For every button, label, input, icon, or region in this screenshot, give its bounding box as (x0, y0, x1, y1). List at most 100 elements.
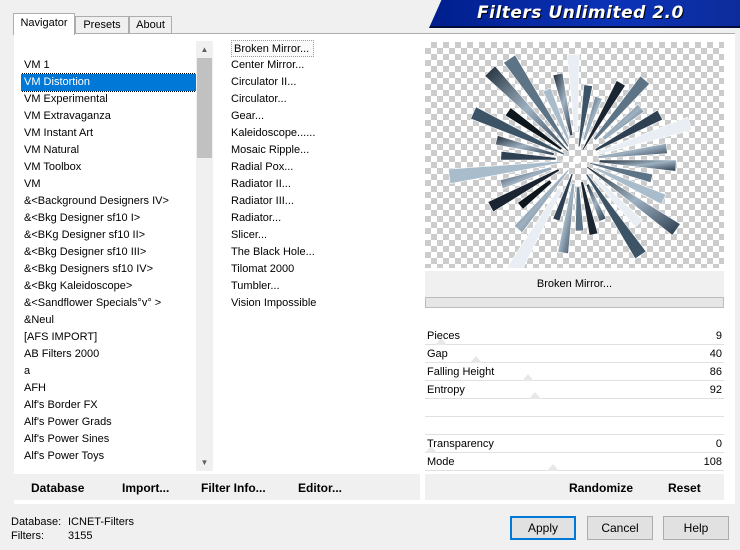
category-item[interactable]: Alf's Border FX (21, 397, 196, 414)
import-button[interactable]: Import... (122, 481, 169, 495)
param-slider-track[interactable] (425, 344, 724, 345)
param-slider-thumb[interactable] (529, 392, 541, 399)
category-item[interactable]: VM Instant Art (21, 125, 196, 142)
category-item[interactable]: VM 1 (21, 57, 196, 74)
parameter-list: Pieces 9 Gap 40 Falling Height 86 Entropy 92 Tra… (425, 328, 724, 472)
mirror-shard (506, 187, 563, 268)
category-list[interactable]: VM 1 VM Distortion VM Experimental VM Extra… (21, 57, 196, 467)
tab-presets[interactable]: Presets (75, 16, 129, 34)
filter-item[interactable]: The Black Hole... (229, 244, 419, 261)
param-slider-track[interactable] (425, 470, 724, 471)
param-row[interactable] (425, 418, 724, 436)
database-value: ICNET-Filters (68, 516, 134, 528)
category-item[interactable]: VM Extravaganza (21, 108, 196, 125)
filter-item-label: Kaleidoscope...... (231, 127, 316, 139)
current-filter-name: Broken Mirror... (425, 271, 724, 297)
randomize-button[interactable]: Randomize (569, 481, 633, 495)
filter-item[interactable]: Kaleidoscope...... (229, 125, 419, 142)
filter-item[interactable]: Tilomat 2000 (229, 261, 419, 278)
category-item[interactable]: Alf's Power Sines (21, 431, 196, 448)
cancel-button[interactable]: Cancel (587, 516, 653, 540)
param-slider-track[interactable] (425, 380, 724, 381)
param-slider-track[interactable] (425, 452, 724, 453)
category-item[interactable]: &<Sandflower Specials°v° > (21, 295, 196, 312)
category-item[interactable]: a (21, 363, 196, 380)
filter-item[interactable]: Mosaic Ripple... (229, 142, 419, 159)
filter-item-label: Radiator III... (231, 195, 294, 207)
database-button[interactable]: Database (31, 481, 84, 495)
filter-item[interactable]: Radiator II... (229, 176, 419, 193)
filter-item-label: Slicer... (231, 229, 268, 241)
category-item[interactable]: VM Distortion (21, 73, 196, 92)
filter-item[interactable]: Gear... (229, 108, 419, 125)
reset-button[interactable]: Reset (668, 481, 701, 495)
param-slider-thumb[interactable] (522, 374, 534, 381)
filter-item-label: Radiator... (231, 212, 282, 224)
category-item[interactable]: &Neul (21, 312, 196, 329)
category-item[interactable]: AFH (21, 380, 196, 397)
filters-label: Filters: (11, 530, 44, 542)
preview-image (425, 42, 724, 268)
param-slider-track[interactable] (425, 434, 724, 435)
banner-title: Filters Unlimited 2.0 (477, 3, 684, 23)
filter-item[interactable]: Slicer... (229, 227, 419, 244)
param-row[interactable]: Mode 108 (425, 454, 724, 472)
filter-item-label: Radiator II... (231, 178, 291, 190)
tab-about[interactable]: About (129, 16, 172, 34)
param-row[interactable] (425, 400, 724, 418)
category-item[interactable]: &<Background Designers IV> (21, 193, 196, 210)
category-item[interactable]: &<BKg Designer sf10 II> (21, 227, 196, 244)
category-item[interactable]: &<Bkg Kaleidoscope> (21, 278, 196, 295)
filter-list[interactable]: Broken Mirror... Center Mirror... Circulat… (229, 40, 419, 312)
category-item[interactable]: VM (21, 176, 196, 193)
filter-item[interactable]: Broken Mirror... (229, 40, 419, 57)
category-item[interactable]: VM Toolbox (21, 159, 196, 176)
param-label: Falling Height (427, 366, 495, 378)
category-item[interactable]: Alf's Power Toys (21, 448, 196, 465)
param-label: Mode (427, 456, 455, 468)
category-item[interactable]: AB Filters 2000 (21, 346, 196, 363)
category-item[interactable]: [AFS IMPORT] (21, 329, 196, 346)
param-value: 40 (709, 348, 722, 360)
help-button[interactable]: Help (663, 516, 729, 540)
param-label: Pieces (427, 330, 461, 342)
param-row[interactable]: Entropy 92 (425, 382, 724, 400)
param-slider-thumb[interactable] (547, 464, 559, 471)
category-item[interactable]: &<Bkg Designers sf10 IV> (21, 261, 196, 278)
filter-item-label: Broken Mirror... (231, 40, 315, 57)
filter-item[interactable]: Circulator II... (229, 74, 419, 91)
param-row[interactable]: Pieces 9 (425, 328, 724, 346)
category-item[interactable]: VM Experimental (21, 91, 196, 108)
filter-item[interactable]: Tumbler... (229, 278, 419, 295)
param-slider-track[interactable] (425, 416, 724, 417)
param-row[interactable]: Gap 40 (425, 346, 724, 364)
param-label: Transparency (427, 438, 494, 450)
category-item[interactable]: VM Natural (21, 142, 196, 159)
database-label: Database: (11, 516, 62, 528)
editor-button[interactable]: Editor... (298, 481, 342, 495)
filter-item[interactable]: Vision Impossible (229, 295, 419, 312)
param-value: 86 (709, 366, 722, 378)
filter-item[interactable]: Circulator... (229, 91, 419, 108)
apply-button[interactable]: Apply (510, 516, 576, 540)
category-scrollbar[interactable]: ▲ ▼ (196, 41, 213, 471)
filter-item[interactable]: Center Mirror... (229, 57, 419, 74)
category-item[interactable]: &<Bkg Designer sf10 I> (21, 210, 196, 227)
tab-navigator[interactable]: Navigator (13, 13, 75, 35)
category-item[interactable]: &<Bkg Designer sf10 III> (21, 244, 196, 261)
scroll-down-icon[interactable]: ▼ (196, 454, 213, 471)
param-slider-track[interactable] (425, 398, 724, 399)
param-value: 9 (715, 330, 722, 342)
filter-item-label: Circulator... (231, 93, 287, 105)
param-row[interactable]: Transparency 0 (425, 436, 724, 454)
param-slider-thumb[interactable] (470, 356, 482, 363)
filter-item[interactable]: Radiator... (229, 210, 419, 227)
param-value: 0 (715, 438, 722, 450)
category-item[interactable]: Alf's Power Grads (21, 414, 196, 431)
filter-item[interactable]: Radial Pox... (229, 159, 419, 176)
filter-info-button[interactable]: Filter Info... (201, 481, 266, 495)
scroll-thumb[interactable] (197, 58, 212, 158)
param-row[interactable]: Falling Height 86 (425, 364, 724, 382)
filter-item[interactable]: Radiator III... (229, 193, 419, 210)
scroll-up-icon[interactable]: ▲ (196, 41, 213, 58)
